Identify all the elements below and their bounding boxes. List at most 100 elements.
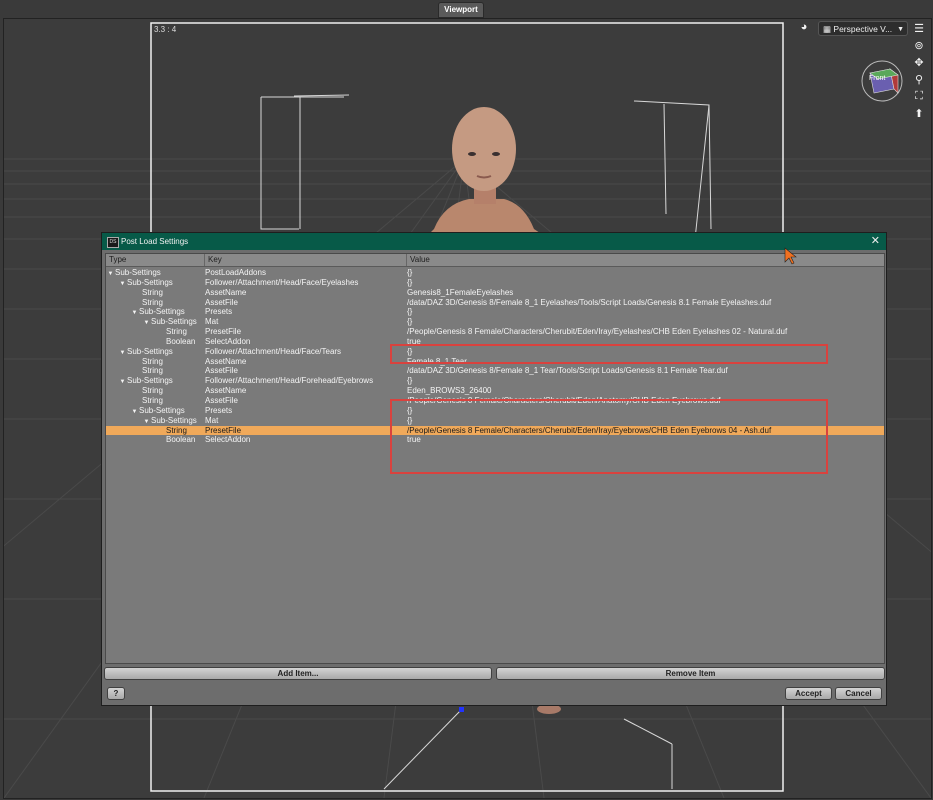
row-type: String bbox=[142, 366, 163, 376]
tree-header: Type Key Value bbox=[106, 254, 884, 267]
tree-row[interactable]: ▼ Sub-Settings Follower/Attachment/Head/Fa… bbox=[106, 278, 884, 288]
row-key: SelectAddon bbox=[205, 336, 251, 346]
frame-ratio-label: 3.3 : 4 bbox=[154, 25, 177, 34]
app-icon: DS bbox=[107, 237, 119, 248]
close-icon[interactable]: ✕ bbox=[871, 233, 880, 250]
tree-row[interactable]: ▼ Sub-Settings Follower/Attachment/Head/Fa… bbox=[106, 347, 884, 357]
row-type: Boolean bbox=[166, 435, 196, 445]
tree-row[interactable]: ▼ Sub-Settings Presets{} bbox=[106, 406, 884, 416]
row-type: String bbox=[142, 395, 163, 405]
row-key: SelectAddon bbox=[205, 435, 251, 445]
row-value[interactable]: {} bbox=[407, 317, 877, 327]
row-key: PostLoadAddons bbox=[205, 268, 266, 277]
tree-row[interactable]: Boolean SelectAddon true bbox=[106, 337, 884, 347]
row-key: AssetName bbox=[205, 287, 247, 297]
row-key: AssetName bbox=[205, 356, 247, 366]
tree-row[interactable]: String AssetFile/data/DAZ 3D/Genesis 8/Fe… bbox=[106, 366, 884, 376]
tree-row[interactable]: String AssetName Genesis8_1FemaleEyelashes bbox=[106, 288, 884, 298]
tree-row[interactable]: Boolean SelectAddon true bbox=[106, 435, 884, 445]
tree-rows: ▼ Sub-Settings PostLoadAddons{} ▼ Sub-Settin… bbox=[106, 268, 884, 445]
column-key[interactable]: Key bbox=[205, 254, 407, 266]
row-value[interactable]: {} bbox=[407, 406, 877, 416]
tree-row[interactable]: ▼ Sub-Settings Follower/Attachment/Head/Fo… bbox=[106, 376, 884, 386]
row-value[interactable]: true bbox=[407, 435, 877, 445]
row-type: Sub-Settings bbox=[127, 277, 173, 287]
cancel-button[interactable]: Cancel bbox=[835, 687, 882, 700]
row-type: Sub-Settings bbox=[151, 317, 197, 327]
row-type: String bbox=[166, 327, 187, 337]
row-key: AssetName bbox=[205, 386, 247, 396]
column-type[interactable]: Type bbox=[106, 254, 205, 266]
dialog-title: Post Load Settings bbox=[121, 237, 189, 246]
help-button[interactable]: ? bbox=[107, 687, 125, 700]
row-type: Boolean bbox=[166, 336, 196, 346]
row-key: PresetFile bbox=[205, 327, 242, 337]
row-key: AssetFile bbox=[205, 395, 238, 405]
row-type: Sub-Settings bbox=[127, 376, 173, 386]
row-key: AssetFile bbox=[205, 297, 238, 307]
row-value[interactable]: /data/DAZ 3D/Genesis 8/Female 8_1 Eyelas… bbox=[407, 298, 877, 308]
row-type: Sub-Settings bbox=[151, 415, 197, 425]
view-cube[interactable]: Front bbox=[860, 59, 904, 103]
tree-row[interactable]: String AssetName Eden_BROWS3_26400 bbox=[106, 386, 884, 396]
row-type: String bbox=[142, 297, 163, 307]
row-value[interactable]: Eden_BROWS3_26400 bbox=[407, 386, 877, 396]
camera-icon: ▦ bbox=[823, 24, 834, 34]
row-type: Sub-Settings bbox=[139, 307, 185, 317]
row-value[interactable]: {} bbox=[407, 278, 877, 288]
render-icon[interactable]: ◕ bbox=[797, 21, 811, 33]
dialog-titlebar[interactable]: DS Post Load Settings ✕ bbox=[102, 233, 886, 250]
zoom-icon[interactable]: ⚲ bbox=[912, 73, 926, 86]
row-type: String bbox=[166, 425, 187, 435]
remove-item-button[interactable]: Remove Item bbox=[496, 667, 885, 680]
row-key: Mat bbox=[205, 415, 219, 425]
row-value[interactable]: Female 8_1 Tear bbox=[407, 357, 877, 367]
view-select[interactable]: ▦ Perspective V... ▼ bbox=[818, 21, 908, 36]
tree-row[interactable]: String AssetFile/data/DAZ 3D/Genesis 8/Fe… bbox=[106, 298, 884, 308]
chevron-down-icon: ▼ bbox=[897, 26, 904, 33]
tree-row[interactable]: String AssetName Female 8_1 Tear bbox=[106, 357, 884, 367]
row-value[interactable]: {} bbox=[407, 268, 877, 278]
tree-row[interactable]: String PresetFile/People/Genesis 8 Female… bbox=[106, 425, 884, 436]
tree-row[interactable]: ▼ Sub-Settings Mat{} bbox=[106, 416, 884, 426]
row-type: String bbox=[142, 356, 163, 366]
column-value[interactable]: Value bbox=[407, 254, 884, 266]
accept-button[interactable]: Accept bbox=[785, 687, 832, 700]
viewport-tab[interactable]: Viewport bbox=[438, 2, 484, 18]
row-value[interactable]: {} bbox=[407, 347, 877, 357]
row-value[interactable]: /data/DAZ 3D/Genesis 8/Female 8_1 Tear/T… bbox=[407, 366, 877, 376]
reset-icon[interactable]: ⬆ bbox=[912, 107, 926, 120]
row-value[interactable]: {} bbox=[407, 307, 877, 317]
row-value[interactable]: {} bbox=[407, 416, 877, 426]
tree-row[interactable]: ▼ Sub-Settings Presets{} bbox=[106, 307, 884, 317]
row-key: Follower/Attachment/Head/Face/Tears bbox=[205, 346, 342, 356]
tree-row[interactable]: String AssetFile/People/Genesis 8 Female/… bbox=[106, 396, 884, 406]
tree-row[interactable]: ▼ Sub-Settings Mat{} bbox=[106, 317, 884, 327]
row-value[interactable]: /People/Genesis 8 Female/Characters/Cher… bbox=[407, 396, 877, 406]
row-value[interactable]: true bbox=[407, 337, 877, 347]
frame-icon[interactable]: ⛶ bbox=[912, 90, 926, 103]
row-key: Follower/Attachment/Head/Forehead/Eyebro… bbox=[205, 376, 374, 386]
row-key: Follower/Attachment/Head/Face/Eyelashes bbox=[205, 277, 359, 287]
mouse-cursor-icon bbox=[784, 247, 797, 265]
row-type: String bbox=[142, 287, 163, 297]
orbit-icon[interactable]: ⊚ bbox=[912, 39, 926, 52]
row-key: PresetFile bbox=[205, 425, 242, 435]
pan-icon[interactable]: ✥ bbox=[912, 56, 926, 69]
row-value[interactable]: {} bbox=[407, 376, 877, 386]
row-value[interactable]: /People/Genesis 8 Female/Characters/Cher… bbox=[407, 426, 877, 436]
settings-tree[interactable]: Type Key Value ▼ Sub-Settings PostLoadAddo… bbox=[105, 253, 885, 664]
row-value[interactable]: Genesis8_1FemaleEyelashes bbox=[407, 288, 877, 298]
viewport-menu-icon[interactable]: ☰ bbox=[912, 22, 926, 35]
row-key: Presets bbox=[205, 405, 233, 415]
tree-row[interactable]: String PresetFile/People/Genesis 8 Female… bbox=[106, 327, 884, 337]
row-type: String bbox=[142, 386, 163, 396]
row-type: Sub-Settings bbox=[127, 346, 173, 356]
row-key: Presets bbox=[205, 307, 233, 317]
row-value[interactable]: /People/Genesis 8 Female/Characters/Cher… bbox=[407, 327, 877, 337]
help-icon: ? bbox=[113, 689, 119, 698]
row-key: Mat bbox=[205, 317, 219, 327]
tree-row[interactable]: ▼ Sub-Settings PostLoadAddons{} bbox=[106, 268, 884, 278]
row-type: Sub-Settings bbox=[139, 405, 185, 415]
add-item-button[interactable]: Add Item... bbox=[104, 667, 492, 680]
